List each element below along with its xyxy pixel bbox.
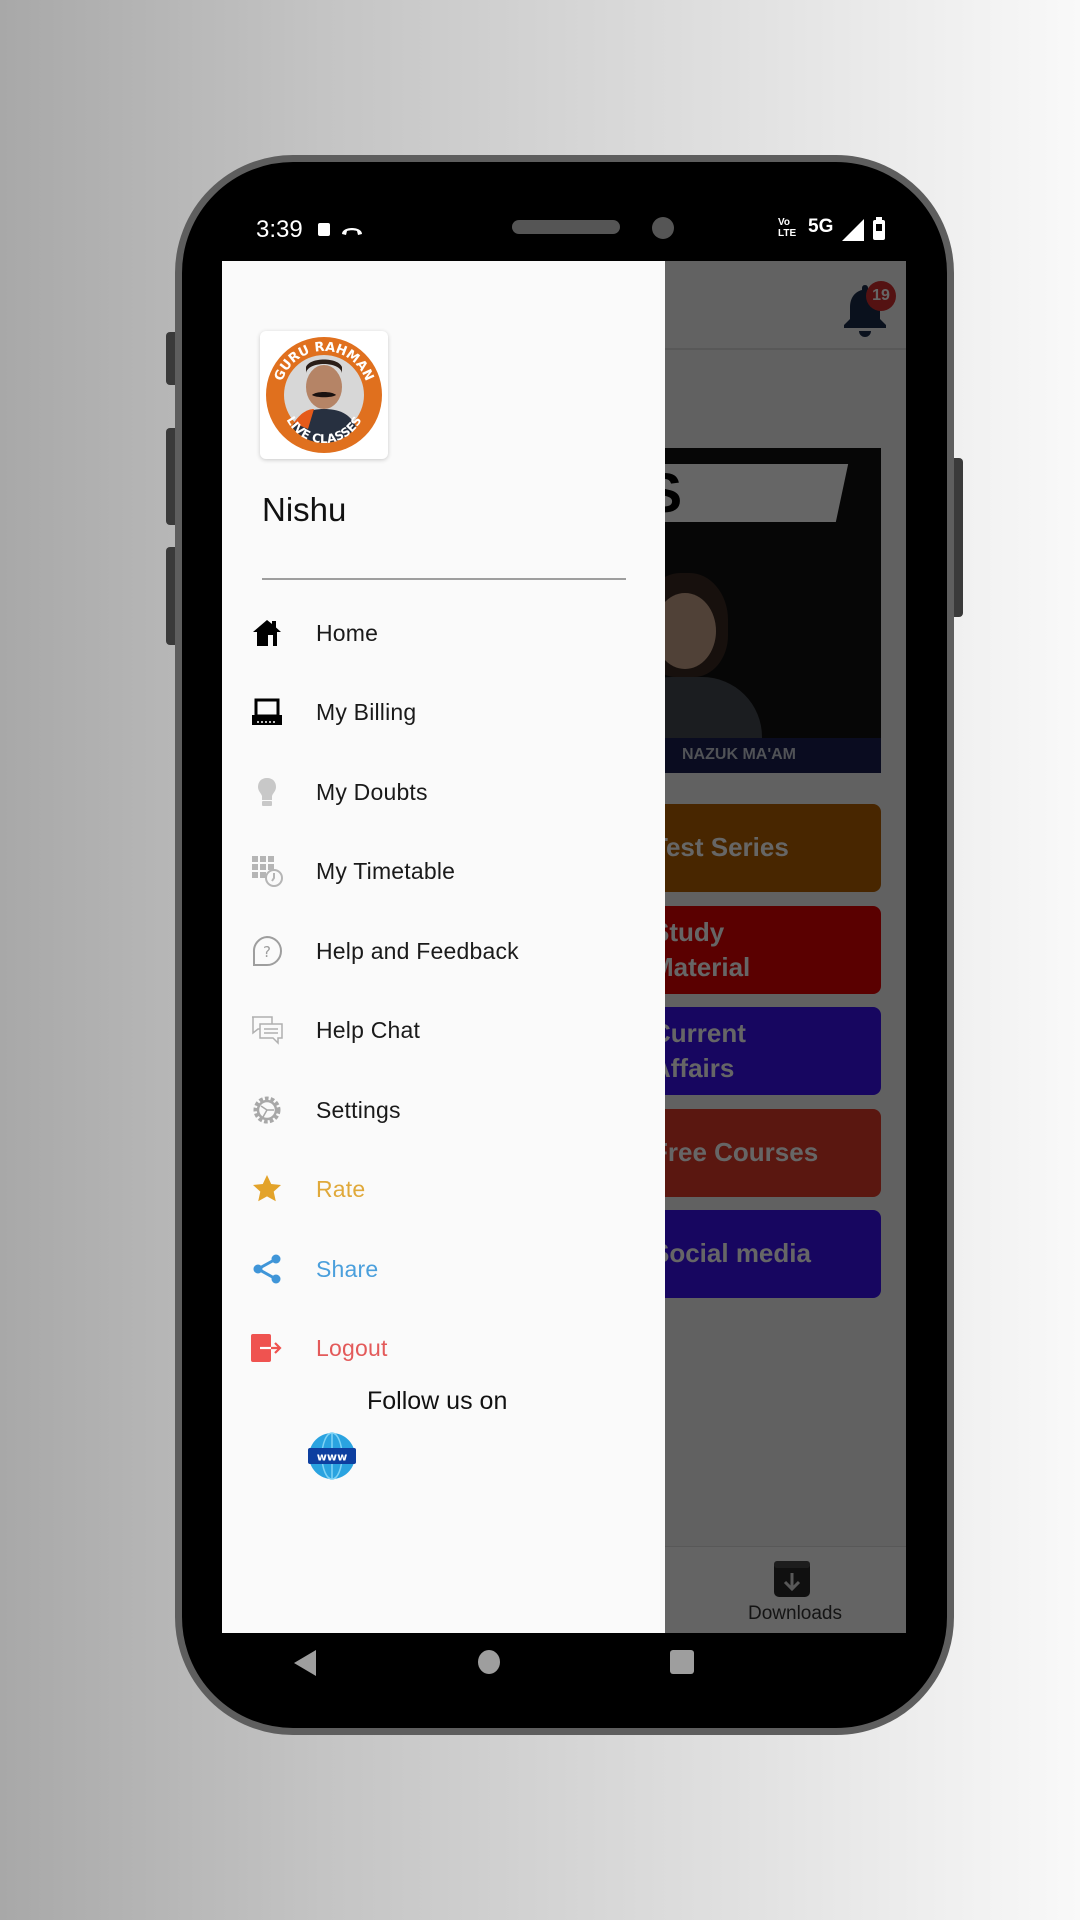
phone-power-button: [953, 458, 963, 617]
phone-screen: 19 FFAIRS रीज IES ROGA, SSC, XAM NAZUK M…: [222, 205, 906, 1692]
chat-icon: [250, 1013, 284, 1047]
menu-item-rate[interactable]: Rate: [222, 1156, 665, 1222]
menu-label: Share: [316, 1255, 379, 1282]
menu-item-home[interactable]: Home: [222, 600, 665, 666]
menu-item-help-chat[interactable]: Help Chat: [222, 997, 665, 1063]
billing-icon: [250, 695, 284, 729]
star-icon: [250, 1172, 284, 1206]
sim-toolkit-icon: [318, 223, 330, 236]
menu-label: My Doubts: [316, 778, 428, 805]
globe-www-icon: www: [308, 1432, 356, 1480]
menu-item-my-doubts[interactable]: My Doubts: [222, 759, 665, 825]
menu-item-help-and-feedback[interactable]: ? Help and Feedback: [222, 918, 665, 984]
user-name: Nishu: [262, 491, 347, 528]
menu-item-share[interactable]: Share: [222, 1236, 665, 1302]
profile-divider: [262, 578, 626, 580]
menu-item-my-billing[interactable]: My Billing: [222, 679, 665, 745]
bulb-icon: [250, 775, 284, 809]
earpiece-speaker: [512, 220, 620, 234]
front-camera: [652, 217, 674, 239]
menu-label: My Timetable: [316, 857, 456, 884]
follow-us-label: Follow us on: [367, 1387, 508, 1415]
website-link[interactable]: www: [308, 1432, 356, 1480]
menu-label: Settings: [316, 1096, 401, 1123]
back-button[interactable]: [294, 1650, 318, 1676]
www-text: www: [317, 1451, 348, 1464]
share-icon: [250, 1252, 284, 1286]
signal-icon: [842, 219, 864, 241]
help-icon: ?: [250, 934, 284, 968]
profile-logo: GURU RAHMAN LIVE CLASSES: [260, 331, 388, 459]
svg-text:?: ?: [263, 943, 271, 961]
status-bar: 3:39 Vo LTE 5G: [222, 205, 906, 261]
volte-icon: Vo LTE: [778, 217, 797, 239]
menu-item-logout[interactable]: Logout: [222, 1315, 665, 1381]
recents-button[interactable]: [670, 1650, 694, 1674]
menu-label: My Billing: [316, 698, 417, 725]
menu-label: Home: [316, 619, 379, 646]
timetable-icon: [250, 854, 284, 888]
system-nav-bar: [222, 1633, 906, 1692]
menu-label: Help and Feedback: [316, 937, 519, 964]
gear-icon: [250, 1093, 284, 1127]
home-icon: [250, 616, 284, 650]
battery-icon: [873, 217, 885, 240]
logout-icon: [250, 1331, 284, 1365]
menu-label: Help Chat: [316, 1016, 421, 1043]
navigation-drawer: GURU RAHMAN LIVE CLASSES Nishu Home My B…: [222, 261, 665, 1633]
call-icon: [342, 228, 362, 235]
menu-label: Rate: [316, 1175, 366, 1202]
menu-label: Logout: [316, 1334, 388, 1361]
guru-rahman-logo-icon: GURU RAHMAN LIVE CLASSES: [266, 337, 382, 453]
home-button[interactable]: [478, 1650, 500, 1674]
5g-icon: 5G: [808, 216, 834, 237]
status-time: 3:39: [256, 216, 303, 243]
menu-item-my-timetable[interactable]: My Timetable: [222, 838, 665, 904]
menu-item-settings[interactable]: Settings: [222, 1077, 665, 1143]
